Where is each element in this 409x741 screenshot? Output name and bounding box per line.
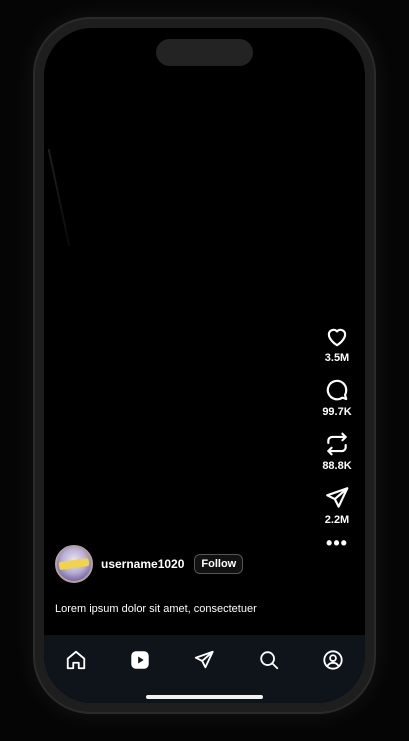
action-rail: 3.5M 99.7K 88.8K 2.2M ••• xyxy=(315,323,359,554)
nav-search[interactable] xyxy=(255,646,283,674)
nav-messages[interactable] xyxy=(190,646,218,674)
reel-screen[interactable]: 3.5M 99.7K 88.8K 2.2M ••• username1020 F… xyxy=(44,28,365,703)
phone-frame: 3.5M 99.7K 88.8K 2.2M ••• username1020 F… xyxy=(33,17,376,714)
home-indicator xyxy=(146,695,263,699)
nav-home[interactable] xyxy=(62,646,90,674)
comment-count: 99.7K xyxy=(322,406,352,418)
share-button[interactable]: 2.2M xyxy=(324,485,350,526)
repost-icon xyxy=(327,432,347,456)
comment-bubble-icon xyxy=(326,379,348,401)
send-icon xyxy=(326,487,349,508)
share-count: 2.2M xyxy=(324,514,350,526)
follow-button[interactable]: Follow xyxy=(194,554,244,574)
screen-glare xyxy=(47,148,71,248)
nav-profile[interactable] xyxy=(319,646,347,674)
username[interactable]: username1020 xyxy=(101,557,184,571)
search-icon xyxy=(259,651,278,670)
home-icon xyxy=(66,650,86,670)
nav-reels[interactable] xyxy=(126,646,154,674)
comment-button[interactable]: 99.7K xyxy=(322,377,352,418)
profile-icon xyxy=(323,650,343,670)
avatar-logo-band xyxy=(58,557,90,571)
app-stage: 3.5M 99.7K 88.8K 2.2M ••• username1020 F… xyxy=(0,0,409,741)
bottom-nav xyxy=(44,635,365,703)
send-icon xyxy=(195,650,215,669)
author-row: username1020 Follow xyxy=(55,545,244,583)
avatar[interactable] xyxy=(55,545,93,583)
repost-button[interactable]: 88.8K xyxy=(322,431,352,472)
like-button[interactable]: 3.5M xyxy=(324,323,350,364)
more-dots-icon[interactable]: ••• xyxy=(326,533,348,554)
repost-count: 88.8K xyxy=(322,460,352,472)
post-caption[interactable]: Lorem ipsum dolor sit amet, consectetuer xyxy=(55,603,257,615)
heart-icon xyxy=(327,328,347,347)
like-count: 3.5M xyxy=(324,352,350,364)
reels-icon xyxy=(131,651,149,669)
dynamic-island xyxy=(156,39,253,66)
